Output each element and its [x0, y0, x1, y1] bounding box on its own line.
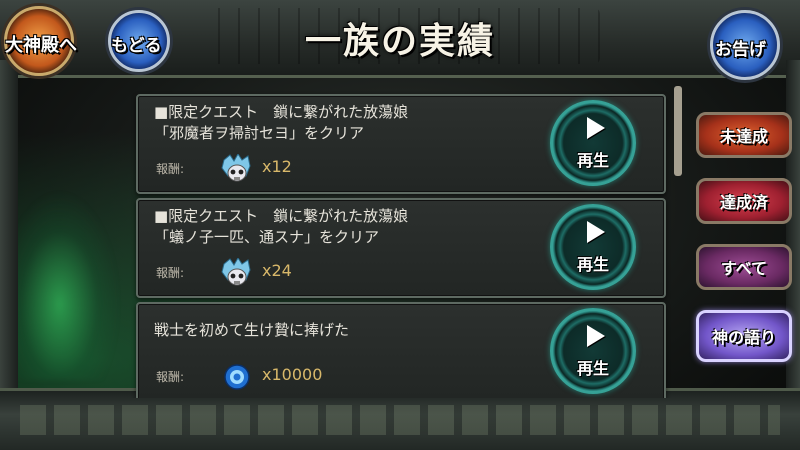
achievement-list[interactable]: ■限定クエスト 鎖に繋がれた放蕩娘 「邪魔者ヲ掃討セヨ」をクリア 報酬: x12…: [130, 90, 672, 398]
green-flame-decoration: [10, 190, 120, 380]
game-screen: 一族の実績 大神殿へ もどる お告げ ■限定クエスト 鎖に繋がれた放蕩娘 「邪魔…: [0, 0, 800, 450]
back-button[interactable]: もどる: [108, 10, 170, 72]
achievement-card: 戦士を初めて生け贄に捧げた 報酬: x10000 再生: [136, 302, 666, 398]
achievement-line-1: ■限定クエスト 鎖に繋がれた放蕩娘: [154, 207, 409, 225]
replay-button[interactable]: 再生: [550, 204, 636, 290]
temple-button[interactable]: 大神殿へ: [4, 6, 77, 76]
achievement-description: 戦士を初めて生け贄に捧げた: [154, 320, 534, 341]
skull-crystal-icon: [221, 258, 251, 286]
notice-button-label: お告げ: [715, 40, 766, 60]
reward-quantity: x12: [262, 157, 292, 176]
reward-quantity: x10000: [262, 365, 323, 384]
play-icon: [587, 325, 605, 347]
achievement-line-1: ■限定クエスト 鎖に繋がれた放蕩娘: [154, 103, 409, 121]
achievement-line-2: 「蟻ノ子一匹、通スナ」をクリア: [154, 228, 380, 246]
replay-button-label: 再生: [576, 359, 609, 378]
play-icon: [587, 117, 605, 139]
reward-label: 報酬:: [156, 370, 185, 384]
back-button-label: もどる: [111, 36, 162, 56]
filter-divine-story-button[interactable]: 神の語り: [696, 310, 792, 362]
stone-frame-left: [0, 60, 18, 400]
achievement-line-2: 「邪魔者ヲ掃討セヨ」をクリア: [154, 124, 365, 142]
achievement-description: ■限定クエスト 鎖に繋がれた放蕩娘 「邪魔者ヲ掃討セヨ」をクリア: [154, 102, 534, 144]
achievement-card: ■限定クエスト 鎖に繋がれた放蕩娘 「蟻ノ子一匹、通スナ」をクリア 報酬: x2…: [136, 198, 666, 298]
reward-label: 報酬:: [156, 162, 185, 176]
play-icon: [587, 221, 605, 243]
reward-quantity: x24: [262, 261, 292, 280]
achievement-line-1: 戦士を初めて生け贄に捧げた: [154, 321, 350, 339]
filter-achieved-button[interactable]: 達成済: [696, 178, 792, 224]
achievement-description: ■限定クエスト 鎖に繋がれた放蕩娘 「蟻ノ子一匹、通スナ」をクリア: [154, 206, 534, 248]
blue-orb-icon: [224, 364, 250, 390]
filter-unachieved-button[interactable]: 未達成: [696, 112, 792, 158]
list-scrollbar[interactable]: [674, 86, 682, 176]
replay-button[interactable]: 再生: [550, 100, 636, 186]
replay-button-label: 再生: [576, 151, 609, 170]
achievement-card: ■限定クエスト 鎖に繋がれた放蕩娘 「邪魔者ヲ掃討セヨ」をクリア 報酬: x12…: [136, 94, 666, 194]
replay-button[interactable]: 再生: [550, 308, 636, 394]
reward-label: 報酬:: [156, 266, 185, 280]
filter-all-button[interactable]: すべて: [696, 244, 792, 290]
temple-button-label: 大神殿へ: [5, 35, 77, 56]
replay-button-label: 再生: [576, 255, 609, 274]
notice-button[interactable]: お告げ: [710, 10, 780, 80]
skull-crystal-icon: [221, 154, 251, 182]
